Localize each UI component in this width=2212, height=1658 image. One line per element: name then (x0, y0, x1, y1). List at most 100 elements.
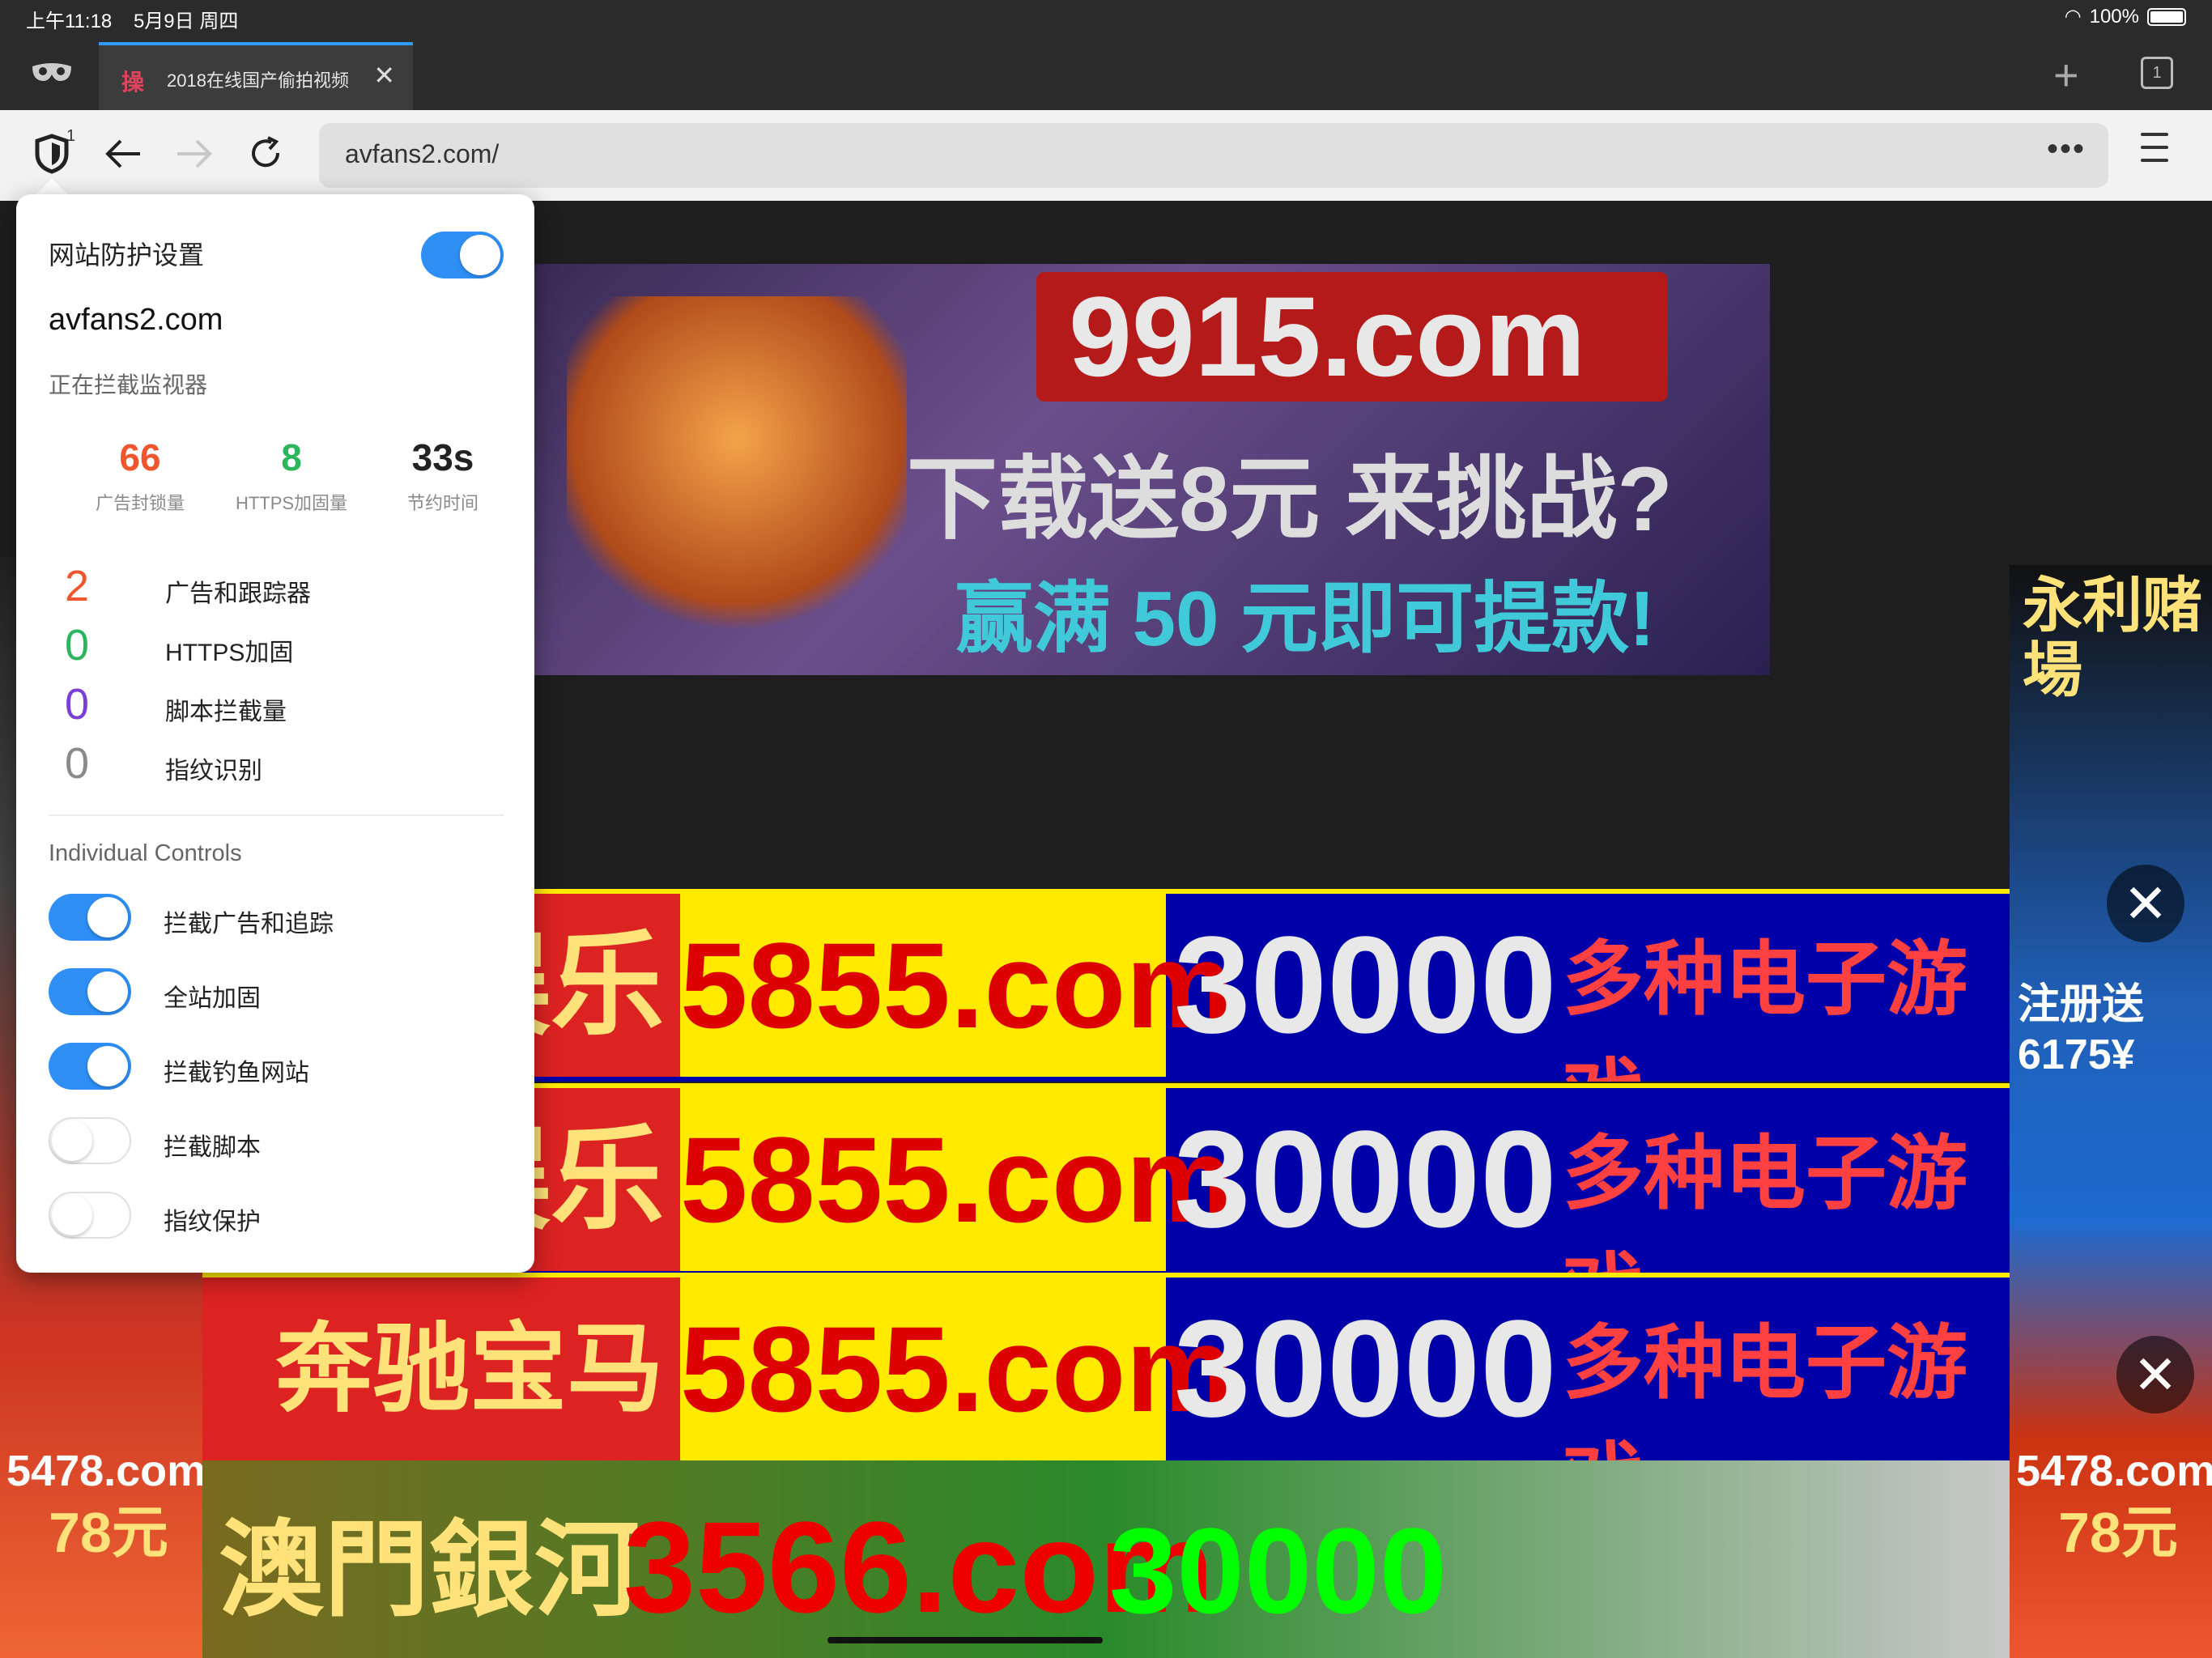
list-item-ads-trackers: 2 广告和跟踪器 (65, 562, 502, 610)
status-time-date: 上午11:18 5月9日 周四 (26, 5, 238, 33)
tab-favicon: 操 (121, 70, 145, 95)
stat-label: HTTPS加固量 (235, 493, 348, 513)
list-item-scripts: 0 脚本拦截量 (65, 680, 502, 729)
back-arrow-icon (105, 139, 140, 168)
side-ad-amount: 78元 (2058, 1501, 2178, 1564)
list-item-label: HTTPS加固 (165, 640, 294, 666)
divider (49, 814, 504, 816)
stat-time-saved: 33s 节约时间 (366, 436, 520, 515)
tab-bar: 操 2018在线国产偷拍视频 ✕ + 1 (0, 39, 2212, 110)
ad-close-icon[interactable]: ✕ (2107, 865, 2184, 942)
mask-icon[interactable] (29, 57, 74, 89)
shield-icon (35, 134, 69, 174)
banner-num: 30000 (1174, 1292, 1557, 1446)
list-item-count: 0 (65, 739, 90, 788)
popup-title: 网站防护设置 (49, 240, 205, 270)
block-ads-toggle[interactable] (49, 894, 131, 941)
ad-tagline-1: 下载送8元 来挑战? (907, 449, 1673, 550)
forward-button[interactable] (170, 130, 219, 178)
stat-ads-blocked: 66 广告封锁量 (63, 436, 217, 515)
status-date: 5月9日 周四 (133, 11, 239, 32)
side-ad-title: 永利赌場 (2023, 572, 2202, 704)
ad-close-icon[interactable]: ✕ (2116, 1336, 2194, 1414)
control-block-ads[interactable]: 拦截广告和追踪 (49, 894, 502, 942)
address-bar[interactable]: avfans2.com/ ••• (319, 123, 2108, 188)
banner-right: 多种电子游戏 (1563, 1318, 1967, 1465)
tab-active[interactable]: 操 2018在线国产偷拍视频 ✕ (99, 42, 413, 110)
https-toggle[interactable] (49, 968, 131, 1015)
popup-subtitle: 正在拦截监视器 (49, 372, 208, 397)
list-item-count: 2 (65, 562, 90, 610)
bottom-ad-banner[interactable]: 澳門銀河 3566.com 30000 (202, 1460, 2010, 1658)
hamburger-icon[interactable] (2141, 133, 2168, 172)
banner-ad-3[interactable]: 奔驰宝马娱乐 5855.com 30000 多种电子游戏 (202, 1273, 2010, 1465)
control-phishing[interactable]: 拦截钓鱼网站 (49, 1043, 502, 1091)
stat-https-upgrades: 8 HTTPS加固量 (215, 436, 368, 515)
status-right: ◠ 100% (2065, 5, 2186, 28)
battery-icon (2147, 7, 2186, 26)
banner-num: 30000 (1174, 1103, 1557, 1256)
stat-value: 66 (119, 436, 161, 478)
bottom-ad-num: 30000 (1109, 1503, 1448, 1639)
stat-value: 33s (411, 436, 474, 478)
control-fingerprint[interactable]: 指纹保护 (49, 1192, 502, 1240)
list-item-label: 脚本拦截量 (165, 699, 287, 725)
master-protection-toggle[interactable] (421, 232, 504, 278)
forward-arrow-icon (177, 139, 212, 168)
control-https[interactable]: 全站加固 (49, 968, 502, 1017)
banner-right: 多种电子游戏 (1563, 1129, 1967, 1276)
list-item-count: 0 (65, 621, 90, 670)
status-time: 上午11:18 (26, 11, 113, 32)
section-title: Individual Controls (49, 840, 242, 866)
tab-count-button[interactable]: 1 (2141, 57, 2173, 89)
phishing-toggle[interactable] (49, 1043, 131, 1090)
list-item-count: 0 (65, 680, 90, 729)
popup-domain: avfans2.com (49, 303, 223, 337)
control-label: 拦截广告和追踪 (164, 911, 334, 937)
banner-right: 多种电子游戏 (1563, 934, 1967, 1082)
shield-badge: 1 (66, 127, 76, 145)
reload-button[interactable] (241, 130, 290, 178)
control-label: 拦截钓鱼网站 (164, 1060, 309, 1086)
side-ad-amount: 78元 (49, 1501, 168, 1564)
list-item-label: 指纹识别 (165, 758, 262, 784)
bottom-ad-left: 澳門銀河 (219, 1511, 640, 1629)
banner-mid: 5855.com (680, 894, 1234, 1077)
control-scripts[interactable]: 拦截脚本 (49, 1117, 502, 1166)
shield-popup: 网站防护设置 avfans2.com 正在拦截监视器 66 广告封锁量 8 HT… (16, 194, 534, 1273)
status-bar: 上午11:18 5月9日 周四 ◠ 100% (0, 0, 2212, 39)
stat-label: 广告封锁量 (95, 493, 185, 513)
banner-mid: 5855.com (680, 1278, 1234, 1460)
ad-code: 9915.com (1036, 272, 1668, 402)
stat-label: 节约时间 (406, 493, 479, 513)
battery-percent: 100% (2089, 5, 2139, 28)
control-label: 全站加固 (164, 985, 261, 1012)
control-label: 指纹保护 (164, 1209, 261, 1235)
more-options-icon[interactable]: ••• (2047, 131, 2086, 168)
toolbar: 1 avfans2.com/ ••• (0, 110, 2212, 201)
ad-tagline-2: 赢满 50 元即可提款! (955, 576, 1656, 662)
reload-icon (252, 136, 280, 168)
right-side-ad[interactable]: 永利赌場 注册送6175¥ 5478.com 78元 (2010, 565, 2212, 1658)
list-item-https: 0 HTTPS加固 (65, 621, 502, 670)
scripts-toggle[interactable] (49, 1117, 131, 1164)
control-label: 拦截脚本 (164, 1134, 261, 1161)
back-button[interactable] (99, 130, 147, 178)
tab-title: 2018在线国产偷拍视频 (167, 70, 349, 91)
shield-button[interactable]: 1 (28, 127, 76, 178)
list-item-fingerprint: 0 指纹识别 (65, 739, 502, 788)
banner-left: 奔驰宝马娱乐 (202, 1278, 680, 1460)
home-indicator (827, 1637, 1103, 1643)
banner-num: 30000 (1174, 908, 1557, 1062)
stat-value: 8 (281, 436, 302, 478)
new-tab-button[interactable]: + (2053, 50, 2079, 100)
banner-mid: 5855.com (680, 1088, 1234, 1271)
fingerprint-toggle[interactable] (49, 1192, 131, 1239)
wifi-icon: ◠ (2064, 6, 2082, 28)
side-ad-promo: 注册送6175¥ (2018, 981, 2145, 1078)
list-item-label: 广告和跟踪器 (165, 580, 311, 607)
ad-character-image (567, 296, 907, 653)
top-ad-banner[interactable]: 9915.com 下载送8元 来挑战? 赢满 50 元即可提款! (534, 264, 1770, 675)
tab-close-icon[interactable]: ✕ (373, 60, 395, 91)
url-text[interactable]: avfans2.com/ (345, 139, 499, 169)
